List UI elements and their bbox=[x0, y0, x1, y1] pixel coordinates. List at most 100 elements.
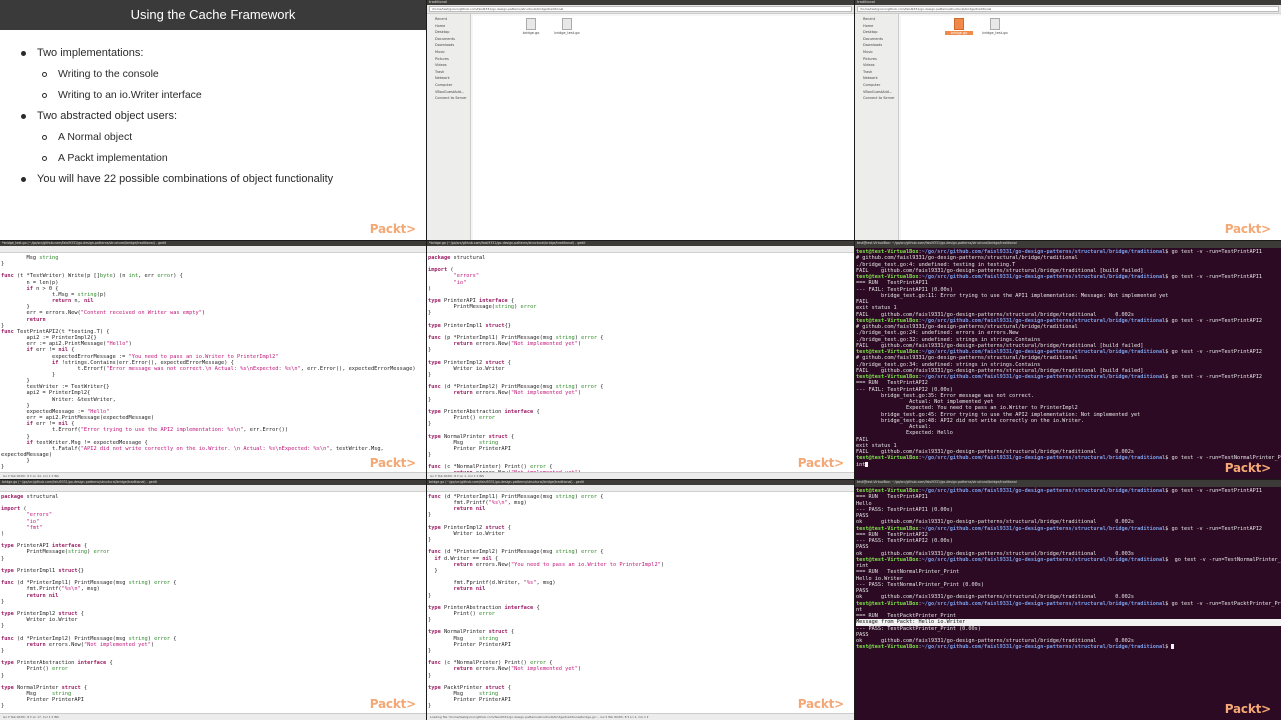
editor-panel-test: *bridge_test.go (~/go/src/github.com/fai… bbox=[0, 241, 426, 479]
editor-panel-bridge-b: bridge.go (~/go/src/github.com/faisl9331… bbox=[0, 480, 426, 720]
bullet-text: Writing to an io.Writer interface bbox=[58, 89, 202, 101]
bullet-text: You will have 22 possible combinations o… bbox=[37, 173, 334, 185]
sidebar-item[interactable]: Computer bbox=[427, 82, 470, 89]
bullet-text: Writing to the console bbox=[58, 68, 159, 80]
toolbar bbox=[0, 246, 426, 253]
status-bar: Go ▾ Tab Width: 8 ▾ Ln 17, Col 1 ▾ INS bbox=[0, 713, 426, 720]
status-bar: Go ▾ Tab Width: 8 ▾ Ln 44, Col 1 ▾ INS bbox=[0, 472, 426, 479]
packt-logo: Packt> bbox=[1224, 702, 1271, 716]
file-name: bridge.go bbox=[945, 31, 973, 35]
sidebar-item[interactable]: Connect to Server bbox=[427, 95, 470, 102]
terminal: test@test-VirtualBox: ~/go/src/github.co… bbox=[855, 480, 1281, 720]
sidebar-item[interactable]: Downloads bbox=[855, 42, 898, 49]
sidebar-item[interactable]: Trash bbox=[427, 69, 470, 76]
terminal-output[interactable]: test@test-VirtualBox:~/go/src/github.com… bbox=[855, 487, 1281, 651]
sidebar-item[interactable]: Trash bbox=[855, 69, 898, 76]
file-view: bridge.go bridge_test.go bbox=[901, 16, 1281, 240]
path-input[interactable]: /home/test/go/src/github.com/faisl9331/g… bbox=[429, 6, 852, 12]
sidebar-item[interactable]: Music bbox=[855, 49, 898, 56]
terminal: test@test-VirtualBox: ~/go/src/github.co… bbox=[855, 241, 1281, 479]
sidebar-item[interactable]: Pictures bbox=[427, 56, 470, 63]
file-icon-bridge-test[interactable]: bridge_test.go bbox=[981, 18, 1009, 35]
bullet-item: A Normal object bbox=[42, 131, 426, 143]
go-file-icon bbox=[526, 18, 536, 30]
bullet-text: A Normal object bbox=[58, 131, 133, 143]
bullet-item: Two implementations: bbox=[18, 47, 426, 59]
file-icon-bridge[interactable]: bridge.go bbox=[945, 18, 973, 35]
gedit-window: *bridge.go (~/go/src/github.com/faisl933… bbox=[427, 241, 854, 479]
slide: Using the Cache Framework Two implementa… bbox=[0, 0, 426, 240]
status-bar: Go ▾ Tab Width: 8 ▾ Ln 1, Col 1 ▾ INS bbox=[427, 472, 854, 479]
location-bar: /home/test/go/src/github.com/faisl9331/g… bbox=[855, 5, 1281, 14]
gedit-window: bridge.go (~/go/src/github.com/faisl9331… bbox=[0, 480, 426, 720]
slide-title: Using the Cache Framework bbox=[0, 0, 426, 30]
bullet-item: Two abstracted object users: bbox=[18, 110, 426, 122]
sidebar-item[interactable]: Videos bbox=[427, 62, 470, 69]
file-manager: traditional /home/test/go/src/github.com… bbox=[427, 0, 854, 240]
places-sidebar: Recent Home Desktop Documents Downloads Music… bbox=[855, 14, 899, 240]
code-editor[interactable]: Msg string } func (t *TestWriter) Write(… bbox=[0, 253, 426, 470]
gedit-window: bridge.go (~/go/src/github.com/faisl9331… bbox=[427, 480, 854, 720]
sidebar-item[interactable]: VBoxGuestAdd... bbox=[427, 89, 470, 96]
packt-logo: Packt> bbox=[369, 697, 416, 711]
bullet-item: A Packt implementation bbox=[42, 152, 426, 164]
places-sidebar: Recent Home Desktop Documents Downloads Music… bbox=[427, 14, 471, 240]
toolbar bbox=[427, 246, 854, 253]
packt-logo: Packt> bbox=[369, 456, 416, 470]
bullet-text: Two implementations: bbox=[37, 47, 144, 59]
sidebar-item[interactable]: Home bbox=[855, 23, 898, 30]
go-file-icon bbox=[562, 18, 572, 30]
file-name: bridge_test.go bbox=[982, 31, 1008, 35]
sidebar-item[interactable]: Downloads bbox=[427, 42, 470, 49]
packt-logo: Packt> bbox=[797, 456, 844, 470]
path-input[interactable]: /home/test/go/src/github.com/faisl9331/g… bbox=[857, 6, 1279, 12]
sidebar-item[interactable]: Connect to Server bbox=[855, 95, 898, 102]
bullet-marker-icon bbox=[21, 113, 26, 119]
packt-logo: Packt> bbox=[369, 222, 416, 236]
sidebar-item[interactable]: Home bbox=[427, 23, 470, 30]
bullet-marker-icon bbox=[21, 176, 26, 182]
file-manager: traditional /home/test/go/src/github.com… bbox=[855, 0, 1281, 240]
sidebar-item[interactable]: Videos bbox=[855, 62, 898, 69]
packt-logo: Packt> bbox=[1224, 222, 1271, 236]
file-manager-panel-b: traditional /home/test/go/src/github.com… bbox=[855, 0, 1281, 240]
bullet-item: You will have 22 possible combinations o… bbox=[18, 173, 426, 185]
bullet-item: Writing to an io.Writer interface bbox=[42, 89, 426, 101]
sidebar-item[interactable]: VBoxGuestAdd... bbox=[855, 89, 898, 96]
sidebar-item[interactable]: Desktop bbox=[427, 29, 470, 36]
go-file-icon bbox=[954, 18, 964, 30]
terminal-output[interactable]: test@test-VirtualBox:~/go/src/github.com… bbox=[855, 248, 1281, 468]
toolbar bbox=[0, 485, 426, 492]
code-editor[interactable]: package structural import ( "errors" "io… bbox=[427, 253, 854, 479]
editor-panel-bridge-c: bridge.go (~/go/src/github.com/faisl9331… bbox=[427, 480, 854, 720]
sidebar-item[interactable]: Computer bbox=[855, 82, 898, 89]
code-editor[interactable]: func (d *PrinterImpl1) PrintMessage(msg … bbox=[427, 492, 854, 720]
gedit-window: *bridge_test.go (~/go/src/github.com/fai… bbox=[0, 241, 426, 479]
bullet-marker-icon bbox=[42, 155, 47, 161]
location-bar: /home/test/go/src/github.com/faisl9331/g… bbox=[427, 5, 854, 14]
terminal-panel-b: test@test-VirtualBox: ~/go/src/github.co… bbox=[855, 480, 1281, 720]
sidebar-item[interactable]: Recent bbox=[855, 16, 898, 23]
file-icon-bridge[interactable]: bridge.go bbox=[517, 18, 545, 35]
editor-panel-bridge-a: *bridge.go (~/go/src/github.com/faisl933… bbox=[427, 241, 854, 479]
sidebar-item[interactable]: Network bbox=[855, 75, 898, 82]
sidebar-item[interactable]: Recent bbox=[427, 16, 470, 23]
sidebar-item[interactable]: Documents bbox=[427, 36, 470, 43]
terminal-panel-a: test@test-VirtualBox: ~/go/src/github.co… bbox=[855, 241, 1281, 479]
code-editor[interactable]: package structural import ( "errors" "io… bbox=[0, 492, 426, 720]
sidebar-item[interactable]: Desktop bbox=[855, 29, 898, 36]
bullet-item: Writing to the console bbox=[42, 68, 426, 80]
bullet-marker-icon bbox=[21, 50, 26, 56]
slide-panel: Using the Cache Framework Two implementa… bbox=[0, 0, 426, 240]
sidebar-item[interactable]: Documents bbox=[855, 36, 898, 43]
sidebar-item[interactable]: Network bbox=[427, 75, 470, 82]
go-file-icon bbox=[990, 18, 1000, 30]
bullet-text: Two abstracted object users: bbox=[37, 110, 178, 122]
file-icon-bridge-test[interactable]: bridge_test.go bbox=[553, 18, 581, 35]
bullet-marker-icon bbox=[42, 134, 47, 140]
sidebar-item[interactable]: Pictures bbox=[855, 56, 898, 63]
bullet-text: A Packt implementation bbox=[58, 152, 168, 164]
sidebar-item[interactable]: Music bbox=[427, 49, 470, 56]
file-manager-panel-a: traditional /home/test/go/src/github.com… bbox=[427, 0, 854, 240]
toolbar bbox=[427, 485, 854, 492]
